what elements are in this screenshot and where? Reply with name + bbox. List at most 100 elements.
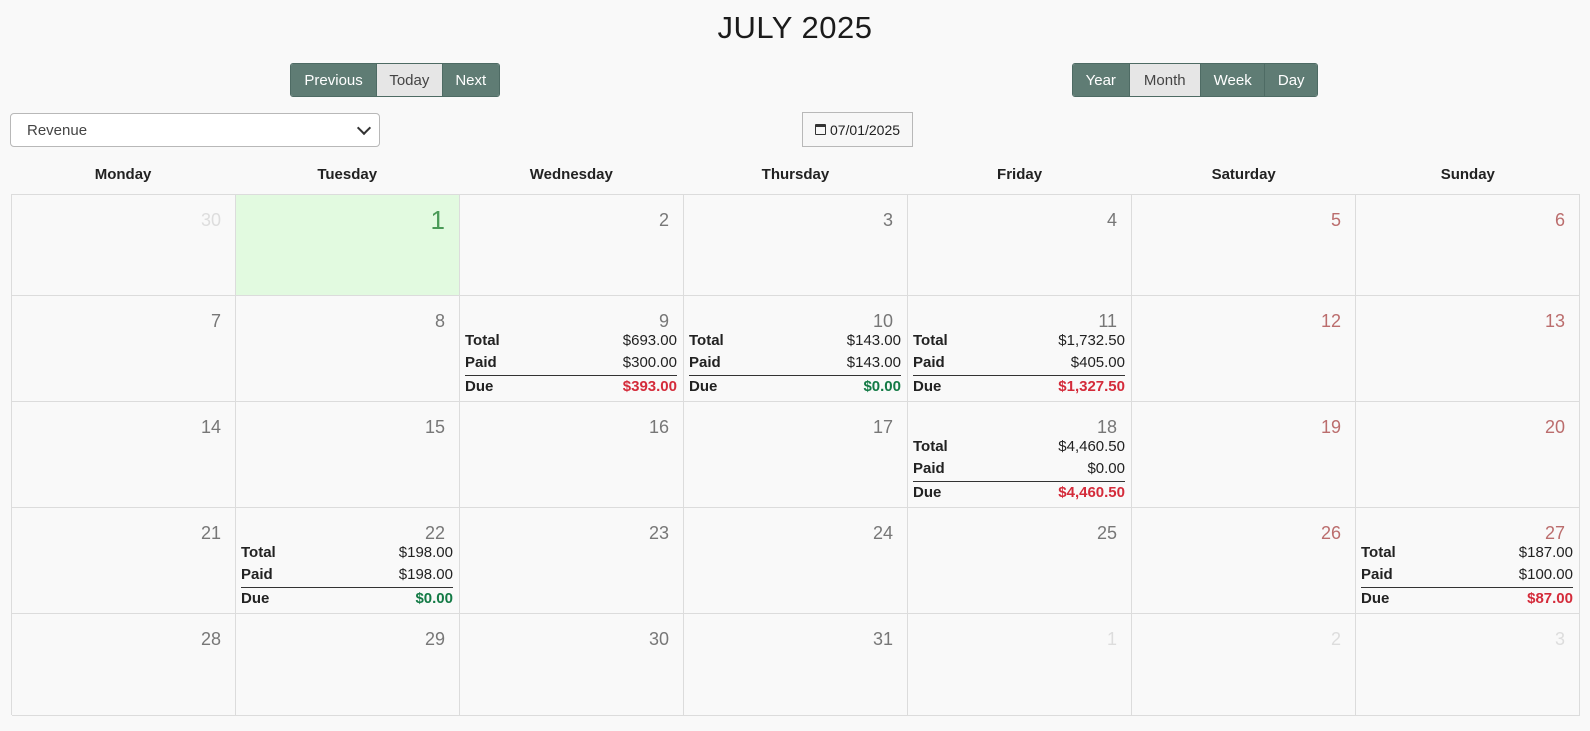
date-picker-button[interactable]: 07/01/2025 [802,112,913,147]
day-view-button[interactable]: Day [1264,64,1317,96]
day-number: 24 [872,523,893,543]
paid-label: Paid [913,354,945,371]
due-amount: $393.00 [622,378,677,395]
day-number: 4 [1106,210,1117,230]
calendar-day-cell[interactable]: 15 [236,402,460,508]
calendar-day-cell[interactable]: 26 [1132,508,1356,614]
calendar-day-cell[interactable]: 24 [684,508,908,614]
calendar-day-cell[interactable]: 10 Total $143.00 Paid $143.00 Due $0.00 [684,296,908,402]
calendar-day-cell[interactable]: 18 Total $4,460.50 Paid $0.00 Due $4,460.50 [908,402,1132,508]
day-number: 7 [210,311,221,331]
day-number: 5 [1330,210,1341,230]
revenue-summary: Total $693.00 Paid $300.00 Due $393.00 [465,330,678,398]
calendar-day-cell[interactable]: 3 [1356,614,1580,716]
calendar-day-cell[interactable]: 8 [236,296,460,402]
due-amount: $4,460.50 [1058,484,1125,501]
total-label: Total [1361,544,1396,561]
calendar-day-cell[interactable]: 11 Total $1,732.50 Paid $405.00 Due $1,327.50 [908,296,1132,402]
month-view-button[interactable]: Month [1128,64,1200,96]
year-view-button[interactable]: Year [1073,64,1129,96]
total-amount: $143.00 [846,332,901,349]
due-amount: $1,327.50 [1058,378,1125,395]
total-amount: $693.00 [622,332,677,349]
calendar-day-cell[interactable]: 3 [684,195,908,296]
total-label: Total [913,438,948,455]
due-row: Due $393.00 [465,375,677,398]
calendar-day-cell[interactable]: 9 Total $693.00 Paid $300.00 Due $393.00 [460,296,684,402]
calendar-day-cell[interactable]: 6 [1356,195,1580,296]
day-number: 28 [200,629,221,649]
paid-label: Paid [241,566,273,583]
calendar-icon [814,124,826,135]
day-number: 27 [1544,523,1565,543]
weekday-friday: Friday [997,166,1043,183]
paid-amount: $300.00 [622,354,677,371]
calendar-day-cell[interactable]: 5 [1132,195,1356,296]
calendar-day-cell[interactable]: 19 [1132,402,1356,508]
paid-row: Paid $143.00 [689,352,901,374]
day-number: 31 [872,629,893,649]
total-row: Total $1,732.50 [913,330,1125,352]
calendar-day-cell[interactable]: 21 [12,508,236,614]
calendar-day-cell[interactable]: 2 [1132,614,1356,716]
calendar-day-cell[interactable]: 23 [460,508,684,614]
weekday-wednesday: Wednesday [529,166,613,183]
paid-label: Paid [1361,566,1393,583]
day-number: 22 [424,523,445,543]
day-number: 25 [1096,523,1117,543]
calendar-day-cell[interactable]: 22 Total $198.00 Paid $198.00 Due $0.00 [236,508,460,614]
calendar-day-cell[interactable]: 25 [908,508,1132,614]
due-label: Due [465,378,494,395]
due-row: Due $1,327.50 [913,375,1125,398]
day-number: 30 [200,210,221,230]
total-label: Total [913,332,948,349]
calendar-day-cell[interactable]: 12 [1132,296,1356,402]
calendar-day-cell[interactable]: 1 [236,195,460,296]
total-row: Total $198.00 [241,542,453,564]
revenue-summary: Total $143.00 Paid $143.00 Due $0.00 [689,330,902,398]
due-row: Due $4,460.50 [913,481,1125,504]
week-view-button[interactable]: Week [1199,64,1265,96]
calendar-day-cell[interactable]: 29 [236,614,460,716]
total-row: Total $693.00 [465,330,677,352]
calendar-day-cell[interactable]: 27 Total $187.00 Paid $100.00 Due $87.00 [1356,508,1580,614]
paid-row: Paid $405.00 [913,352,1125,374]
calendar-day-cell[interactable]: 16 [460,402,684,508]
calendar-day-cell[interactable]: 20 [1356,402,1580,508]
calendar-day-cell[interactable]: 14 [12,402,236,508]
calendar-day-cell[interactable]: 31 [684,614,908,716]
total-row: Total $187.00 [1361,542,1573,564]
day-number: 19 [1320,417,1341,437]
total-label: Total [689,332,724,349]
weekday-sunday: Sunday [1440,166,1495,183]
today-button[interactable]: Today [376,64,442,96]
day-number: 3 [1554,629,1565,649]
day-number: 30 [648,629,669,649]
total-amount: $198.00 [398,544,453,561]
day-number: 15 [424,417,445,437]
calendar-day-cell[interactable]: 30 [460,614,684,716]
calendar-day-cell[interactable]: 4 [908,195,1132,296]
weekday-thursday: Thursday [761,166,830,183]
report-type-select[interactable]: Revenue [10,113,380,147]
calendar-day-cell[interactable]: 7 [12,296,236,402]
due-amount: $0.00 [863,378,901,395]
calendar-day-cell[interactable]: 17 [684,402,908,508]
weekday-monday: Monday [94,166,152,183]
next-button[interactable]: Next [441,64,499,96]
total-amount: $4,460.50 [1058,438,1125,455]
day-number: 16 [648,417,669,437]
paid-row: Paid $100.00 [1361,564,1573,586]
due-amount: $87.00 [1527,590,1573,607]
calendar-day-cell[interactable]: 1 [908,614,1132,716]
paid-amount: $100.00 [1518,566,1573,583]
date-picker-value: 07/01/2025 [829,121,901,138]
day-number: 21 [200,523,221,543]
calendar-day-cell[interactable]: 28 [12,614,236,716]
calendar-day-cell[interactable]: 30 [12,195,236,296]
calendar-day-cell[interactable]: 2 [460,195,684,296]
previous-button[interactable]: Previous [291,64,377,96]
due-label: Due [913,484,942,501]
revenue-summary: Total $187.00 Paid $100.00 Due $87.00 [1361,542,1574,610]
calendar-day-cell[interactable]: 13 [1356,296,1580,402]
